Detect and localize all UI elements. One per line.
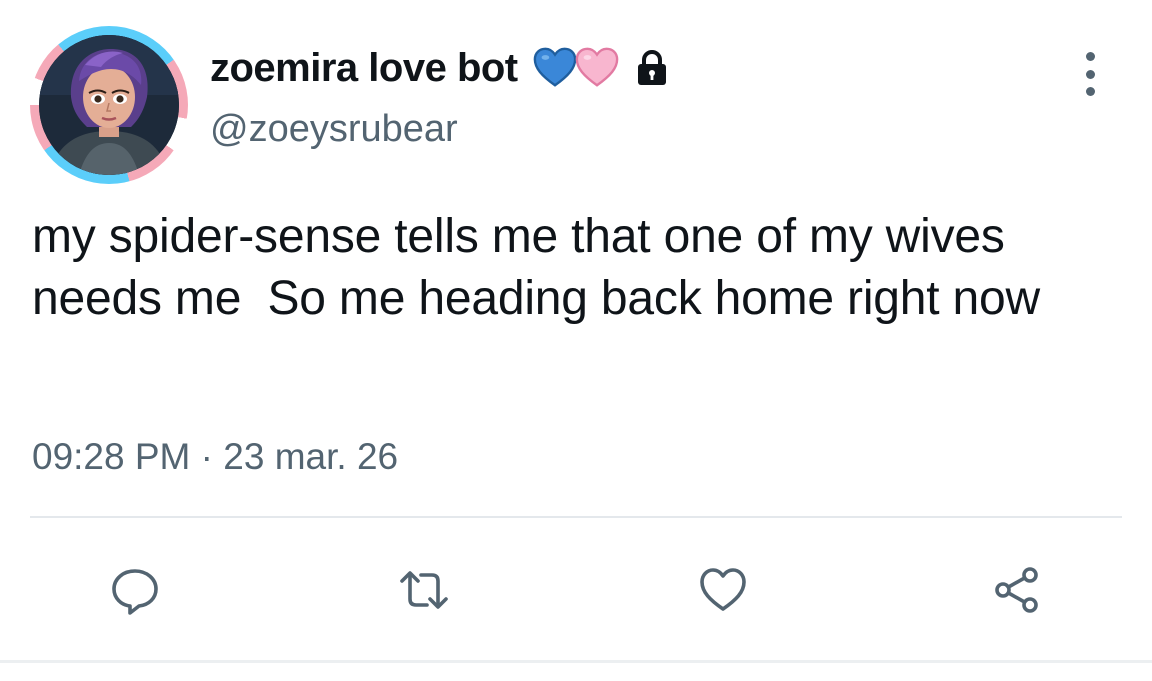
like-button[interactable] <box>695 562 751 618</box>
tweet-timestamp[interactable]: 09:28 PM · 23 mar. 26 <box>32 436 398 478</box>
more-vertical-icon-dot <box>1085 87 1095 96</box>
display-name[interactable]: zoemira love bot <box>210 46 518 91</box>
reply-button[interactable] <box>107 562 163 618</box>
avatar-image <box>39 35 179 175</box>
author-handle[interactable]: @zoeysrubear <box>210 108 458 151</box>
tweet-date: 23 mar. 26 <box>223 436 399 477</box>
avatar[interactable] <box>30 26 188 184</box>
blue-heart-icon <box>533 47 576 87</box>
tweet-text: my spider-sense tells me that one of my … <box>32 210 1041 325</box>
heart-outline-icon <box>700 568 746 611</box>
retweet-icon <box>400 571 448 609</box>
pink-heart-icon <box>575 47 618 87</box>
bottom-divider <box>0 660 1152 663</box>
name-emojis <box>532 45 672 91</box>
tweet-time: 09:28 PM <box>32 436 191 477</box>
retweet-button[interactable] <box>396 562 452 618</box>
more-vertical-icon <box>1085 52 1095 61</box>
tweet-card: zoemira love bot @zoeysrubear my spider-… <box>0 0 1152 681</box>
divider <box>30 516 1122 518</box>
share-icon <box>995 567 1038 613</box>
reply-icon <box>112 569 158 615</box>
timestamp-separator: · <box>200 436 213 477</box>
more-vertical-icon-dot <box>1085 69 1095 79</box>
author-name-row: zoemira love bot <box>210 40 672 96</box>
more-options-button[interactable] <box>1070 52 1110 96</box>
lock-icon <box>637 49 666 85</box>
share-button[interactable] <box>989 562 1045 618</box>
